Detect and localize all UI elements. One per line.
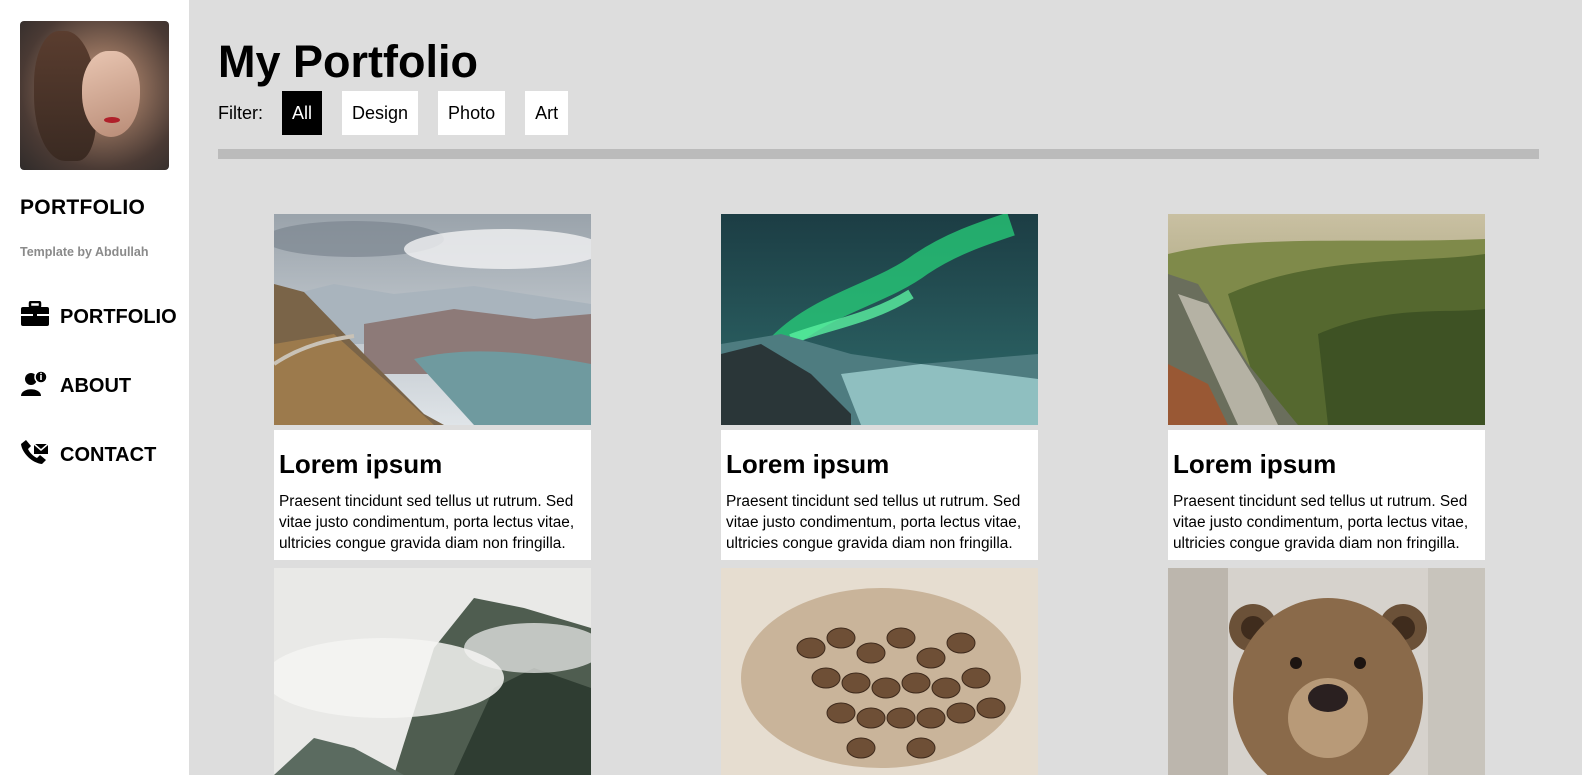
card-text: Praesent tincidunt sed tellus ut rutrum.… [279, 493, 575, 552]
briefcase-icon [20, 300, 50, 333]
card-title: Lorem ipsum [1173, 449, 1337, 479]
card-image-forest-valley [1168, 214, 1485, 425]
nav-item-portfolio[interactable]: PORTFOLIO [20, 300, 177, 333]
brand-title: PORTFOLIO [20, 196, 146, 219]
card-title: Lorem ipsum [726, 449, 890, 479]
filter-all-button[interactable]: All [282, 91, 323, 135]
template-byline: Template by Abdullah [20, 245, 149, 259]
main-content: My Portfolio Filter: All Design Photo Ar… [218, 0, 1539, 775]
divider [218, 149, 1539, 159]
portfolio-card[interactable]: Lorem ipsum Praesent tincidunt sed tellu… [721, 214, 1038, 560]
filter-label: Filter: [218, 102, 263, 123]
filter-design-button[interactable]: Design [342, 91, 419, 135]
tile-image-coffee-beans[interactable] [721, 568, 1038, 775]
nav-item-contact[interactable]: CONTACT [20, 440, 156, 470]
page-title: My Portfolio [218, 36, 478, 87]
filter-photo-button[interactable]: Photo [438, 91, 506, 135]
tile-image-misty-mountain[interactable] [274, 568, 591, 775]
card-image-mountain-lake [274, 214, 591, 425]
card-text: Praesent tincidunt sed tellus ut rutrum.… [726, 493, 1022, 552]
filter-art-button[interactable]: Art [525, 91, 569, 135]
nav-item-about[interactable]: ABOUT [20, 370, 132, 402]
portfolio-card[interactable]: Lorem ipsum Praesent tincidunt sed tellu… [1168, 214, 1485, 560]
filter-bar: Filter: All Design Photo Art [218, 91, 588, 135]
sidebar: PORTFOLIO Template by Abdullah PORTFOLIO… [0, 0, 189, 775]
card-text: Praesent tincidunt sed tellus ut rutrum.… [1173, 493, 1469, 552]
portfolio-card[interactable]: Lorem ipsum Praesent tincidunt sed tellu… [274, 214, 591, 560]
phone-icon [20, 439, 50, 471]
avatar-face [82, 51, 140, 137]
nav-label-about: ABOUT [60, 374, 132, 397]
user-info-icon [20, 370, 50, 402]
nav-label-portfolio: PORTFOLIO [60, 305, 177, 328]
card-image-northern-lights [721, 214, 1038, 425]
avatar [20, 21, 169, 170]
card-title: Lorem ipsum [279, 449, 443, 479]
tile-image-brown-bear[interactable] [1168, 568, 1485, 775]
avatar-lips [104, 117, 120, 123]
nav-label-contact: CONTACT [60, 443, 157, 466]
